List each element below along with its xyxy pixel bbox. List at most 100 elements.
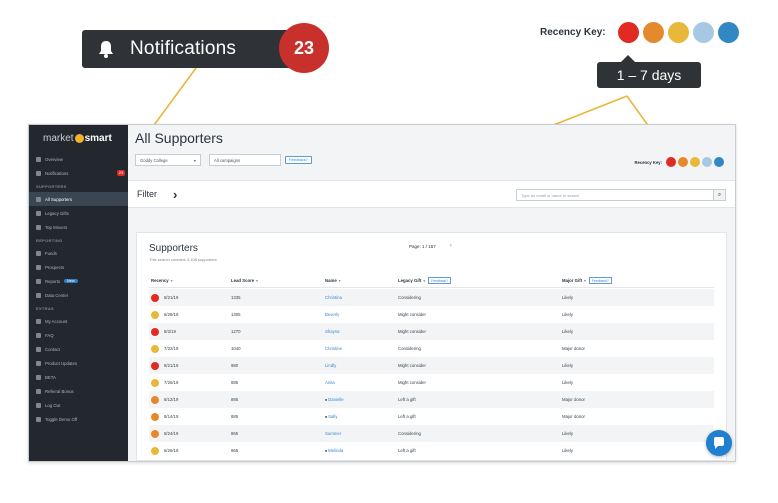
name-cell[interactable]: Beverly [325, 312, 398, 317]
supporter-name-link[interactable]: Christina [325, 295, 342, 300]
sidebar-item-log-out[interactable]: Log Out [29, 398, 128, 412]
chevron-right-icon[interactable]: › [173, 187, 177, 202]
recency-cell: 6/28/19 [149, 310, 231, 319]
name-cell[interactable]: Summer [325, 431, 398, 436]
sidebar-item-top-movers[interactable]: Top Movers [29, 220, 128, 234]
supporter-name-link[interactable]: Melinda [328, 448, 343, 453]
column-name[interactable]: Name ▾ [325, 278, 398, 283]
recency-dot [151, 293, 159, 302]
feedback-button[interactable]: Feedback? [285, 156, 312, 164]
recency-dot-blue [717, 22, 739, 43]
name-cell[interactable]: Shayna [325, 329, 398, 334]
sidebar-item-label: Product Updates [45, 360, 78, 366]
search-icon[interactable]: ⌕ [713, 190, 725, 200]
name-cell[interactable]: Anita [325, 380, 398, 385]
filter-label[interactable]: Filter [137, 189, 157, 199]
table-header: Recency ▾ Lead Score ▾ Name ▾ Legacy Gift ▾ F… [149, 274, 714, 288]
supporter-name-link[interactable]: Summer [325, 431, 341, 436]
sidebar-item-product-updates[interactable]: Product Updates [29, 356, 128, 370]
supporter-name-link[interactable]: Sally [328, 414, 337, 419]
recency-cell: 8/21/19 [149, 293, 231, 302]
search-input[interactable]: Type an email or name to search ⌕ [516, 189, 726, 201]
filter-bar: Filter › Type an email or name to search… [128, 180, 735, 208]
app-window: market smart Overview Notifications 23 SUPPO… [28, 124, 736, 462]
table-row[interactable]: 8/21/19 1335 Christina Considering Likely [149, 289, 714, 306]
organization-select[interactable]: Goddy College ▾ [135, 154, 201, 166]
column-lead-score[interactable]: Lead Score ▾ [231, 278, 325, 283]
sidebar-section-heading: REPORTING [36, 237, 63, 243]
sort-icon[interactable]: ▾ [171, 279, 173, 283]
notifications-callout-label: Notifications [130, 38, 237, 59]
major-feedback-button[interactable]: Feedback? [588, 277, 612, 284]
supporter-name-link[interactable]: Beverly [325, 312, 339, 317]
column-legacy-gift[interactable]: Legacy Gift ▾ Feedback? [398, 277, 562, 284]
supporter-name-link[interactable]: Anita [325, 380, 335, 385]
chevron-down-icon: ▾ [193, 157, 196, 163]
name-cell[interactable]: Christina [325, 295, 398, 300]
sort-icon[interactable]: ▾ [423, 279, 425, 283]
legacy-gift-cell: Considering [398, 431, 421, 436]
next-page-icon[interactable]: › [450, 243, 452, 249]
brand-text-smart: smart [84, 133, 112, 144]
sidebar-item-funds[interactable]: Funds [29, 246, 128, 260]
name-cell[interactable]: ■ Sally [325, 414, 398, 419]
sidebar-item-all-supporters[interactable]: All Supporters [29, 192, 128, 206]
legacy-feedback-button[interactable]: Feedback? [428, 277, 451, 284]
sidebar-item-reports[interactable]: Reports New [29, 274, 128, 288]
recency-cell: 7/22/19 [149, 344, 231, 353]
supporter-name-link[interactable]: Shayna [325, 329, 340, 334]
table-row[interactable]: 8/12/19 885 ■ Danielle Left a gift Major don… [149, 391, 714, 408]
sidebar-item-faq[interactable]: FAQ [29, 328, 128, 342]
supporter-name-link[interactable]: Christine [325, 346, 342, 351]
recency-key: Recency Key: [635, 157, 726, 167]
dollar-icon [36, 388, 41, 394]
lead-score-cell: 885 [231, 414, 239, 419]
name-cell[interactable]: ■ Danielle [325, 397, 398, 402]
supporter-name-link[interactable]: Lindly [325, 363, 336, 368]
sidebar-item-notifications[interactable]: Notifications 23 [29, 166, 128, 180]
table-row[interactable]: 8/21/19 980 Lindly Might consider Likely [149, 357, 714, 374]
name-cell[interactable]: Lindly [325, 363, 398, 368]
chat-button[interactable] [706, 430, 732, 456]
sort-icon[interactable]: ▾ [256, 279, 258, 283]
table-row[interactable]: 8/3/19 1270 Shayna Might consider Likely [149, 323, 714, 340]
chart-icon [36, 250, 41, 256]
supporter-name-link[interactable]: Danielle [328, 397, 344, 402]
sidebar-item-referral-bonus[interactable]: Referral Bonus [29, 384, 128, 398]
sidebar-item-contact[interactable]: Contact [29, 342, 128, 356]
sidebar-item-label: FAQ [45, 332, 54, 338]
campaign-select[interactable]: All campaigns [209, 154, 281, 166]
recency-date: 6/28/19 [164, 312, 179, 317]
sidebar-item-my-account[interactable]: My Account [29, 314, 128, 328]
sidebar-item-legacy-gifts[interactable]: Legacy Gifts [29, 206, 128, 220]
table-row[interactable]: 8/14/19 885 ■ Sally Left a gift Major donor [149, 408, 714, 425]
lead-score-cell: 980 [231, 363, 239, 368]
sidebar-item-toggle-demo-off[interactable]: Toggle Demo Off [29, 412, 128, 426]
major-gift-cell: Likely [562, 312, 573, 317]
sidebar-item-label: Referral Bonus [45, 388, 74, 394]
sort-icon[interactable]: ▾ [584, 279, 586, 283]
legacy-gift-cell: Left a gift [398, 397, 416, 402]
brand-logo[interactable]: market smart [29, 125, 128, 152]
name-cell[interactable]: Christine [325, 346, 398, 351]
sidebar-item-beta[interactable]: BETA [29, 370, 128, 384]
flag-icon [36, 264, 41, 270]
table-row[interactable]: 8/24/19 865 Summer Considering Likely [149, 425, 714, 442]
supporters-panel: Supporters This search contains 3,108 su… [136, 232, 727, 461]
legacy-gift-cell: Might consider [398, 363, 426, 368]
recency-cell: 8/24/19 [149, 429, 231, 438]
sidebar-item-prospects[interactable]: Prospects [29, 260, 128, 274]
sort-icon[interactable]: ▾ [339, 279, 341, 283]
grid-icon [36, 156, 41, 162]
column-major-gift[interactable]: Major Gift ▾ Feedback? [562, 277, 714, 284]
name-cell[interactable]: ■ Melinda [325, 448, 398, 453]
sidebar-item-data-center[interactable]: Data Center [29, 288, 128, 302]
table-row[interactable]: 6/26/19 865 ■ Melinda Left a gift Likely [149, 442, 714, 459]
sidebar-item-overview[interactable]: Overview [29, 152, 128, 166]
table-row[interactable]: 7/26/19 885 Anita Might consider Likely [149, 374, 714, 391]
table-row[interactable]: 7/22/19 1040 Christine Considering Major don… [149, 340, 714, 357]
column-recency[interactable]: Recency ▾ [149, 278, 231, 283]
table-row[interactable]: 6/28/19 1305 Beverly Might consider Likely [149, 306, 714, 323]
column-label: Legacy Gift [398, 278, 422, 283]
recency-dot-blue [714, 157, 724, 167]
